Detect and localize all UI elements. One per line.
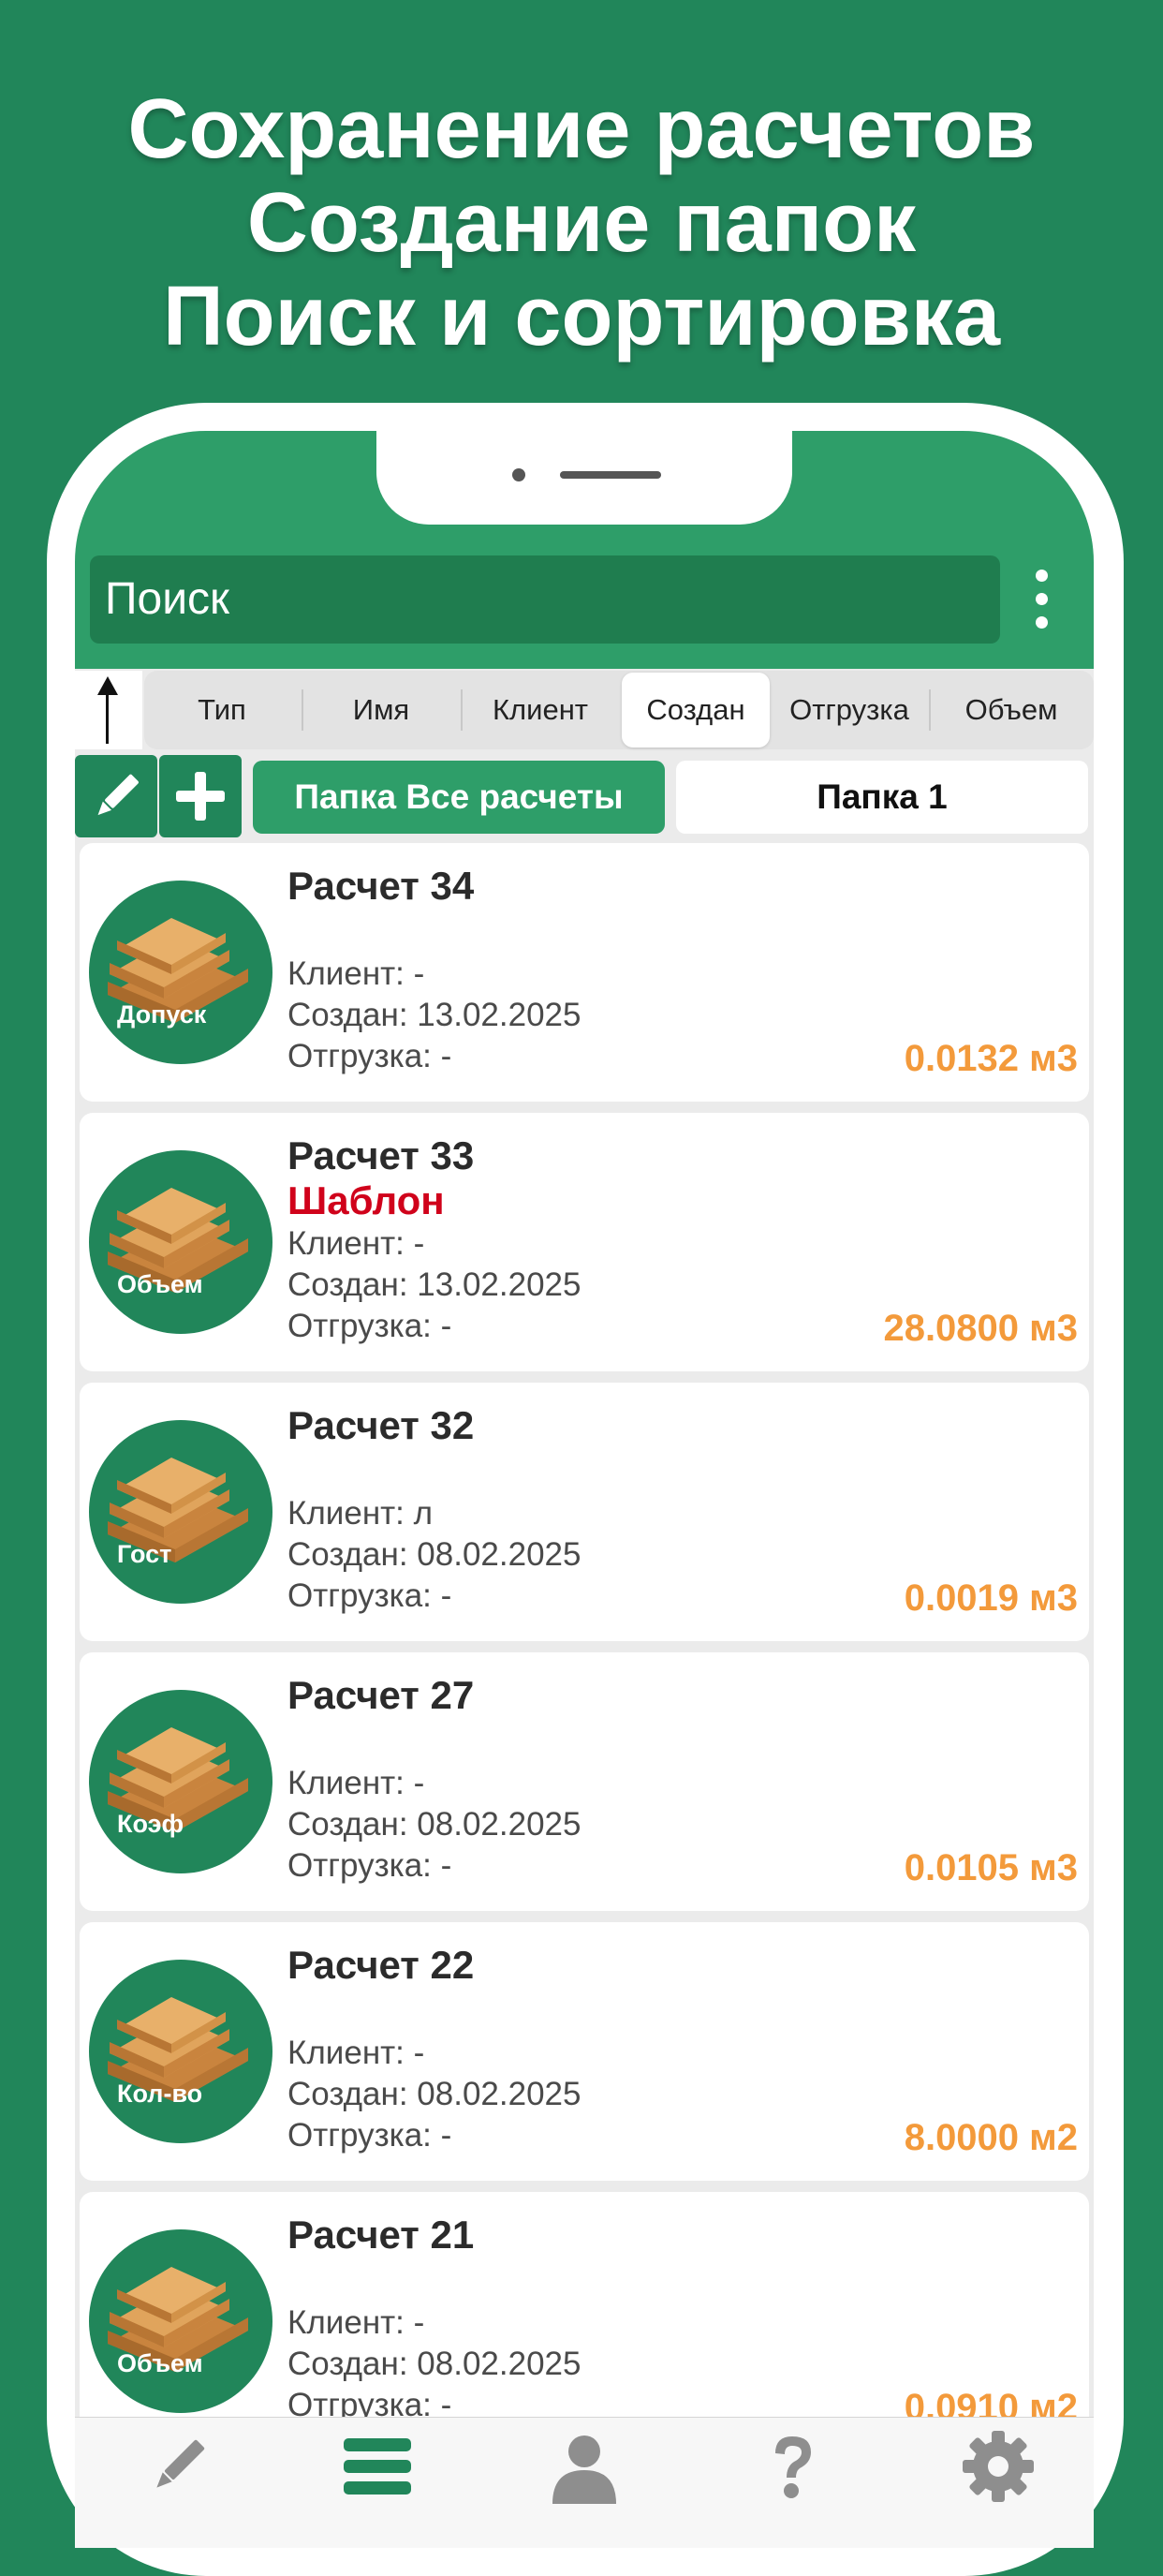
calc-mode-label: Гост [117,1540,172,1568]
folder-actions: Папка Все расчеты Папка 1 [75,751,1094,843]
item-created: Создан: 08.02.2025 [287,2346,582,2382]
calc-mode-label: Допуск [117,1000,207,1029]
headline-line-2: Создание папок [246,176,917,270]
bottom-tab-bar [75,2417,1094,2548]
folder-all-button[interactable]: Папка Все расчеты [253,761,665,834]
item-client: Клиент: - [287,2035,425,2071]
calc-mode-label: Коэф [117,1810,184,1838]
list-icon[interactable] [340,2429,415,2504]
more-menu-icon[interactable] [1036,570,1049,631]
tab-client[interactable]: Клиент [463,671,618,749]
lumber-icon: Объем [89,1150,272,1334]
item-template-label: Шаблон [287,1178,445,1222]
question-icon[interactable] [755,2429,830,2504]
calc-mode-label: Кол-во [117,2080,203,2108]
gear-icon[interactable] [961,2429,1036,2504]
list-item[interactable]: Объем Расчет 21 Клиент: - Создан: 08.02.… [80,2192,1089,2450]
search-input[interactable]: Поиск [90,555,1000,644]
item-client: Клиент: л [287,1495,434,1532]
calc-mode-label: Объем [117,1270,203,1298]
headline-line-1: Сохранение расчетов [127,82,1036,176]
item-volume: 0.0019 м3 [904,1577,1078,1619]
item-title: Расчет 21 [287,2213,475,2257]
tab-shipment[interactable]: Отгрузка [772,671,927,749]
list-item[interactable]: Гост Расчет 32 Клиент: л Создан: 08.02.2… [80,1383,1089,1641]
sort-direction-arrow-icon[interactable] [75,671,142,749]
folder-current-button[interactable]: Папка 1 [676,761,1088,834]
tab-volume[interactable]: Объем [931,671,1092,749]
lumber-icon: Кол-во [89,1960,272,2143]
item-shipment: Отгрузка: - [287,1038,452,1074]
item-shipment: Отгрузка: - [287,1847,452,1884]
tab-created[interactable]: Создан [622,673,770,748]
item-volume: 8.0000 м2 [904,2117,1078,2158]
item-client: Клиент: - [287,955,425,992]
app-screen: Поиск Тип Имя Клиент Создан Отгрузка Объ… [75,431,1094,2548]
item-created: Создан: 08.02.2025 [287,1806,582,1843]
item-created: Создан: 08.02.2025 [287,1536,582,1573]
list-item[interactable]: Коэф Расчет 27 Клиент: - Создан: 08.02.2… [80,1652,1089,1911]
item-client: Клиент: - [287,1765,425,1801]
pencil-icon[interactable] [140,2429,215,2504]
item-title: Расчет 34 [287,864,475,908]
list-item[interactable]: Допуск Расчет 34 Клиент: - Создан: 13.02… [80,843,1089,1102]
tab-type[interactable]: Тип [144,671,300,749]
phone-notch [376,431,792,525]
item-volume: 0.0105 м3 [904,1847,1078,1888]
list-item[interactable]: Объем Расчет 33 Шаблон Клиент: - Создан:… [80,1113,1089,1371]
item-created: Создан: 13.02.2025 [287,997,582,1033]
lumber-icon: Допуск [89,881,272,1064]
item-title: Расчет 22 [287,1943,475,1987]
lumber-icon: Коэф [89,1690,272,1873]
top-bar: Поиск [75,431,1094,669]
calc-mode-label: Объем [117,2349,203,2377]
lumber-icon: Гост [89,1420,272,1604]
plus-icon [176,772,225,821]
item-created: Создан: 08.02.2025 [287,2076,582,2112]
edit-button[interactable] [75,755,157,837]
item-title: Расчет 27 [287,1673,475,1717]
item-title: Расчет 32 [287,1403,475,1447]
item-shipment: Отгрузка: - [287,1577,452,1614]
item-client: Клиент: - [287,1225,425,1262]
item-title: Расчет 33 [287,1133,475,1177]
item-shipment: Отгрузка: - [287,1308,452,1344]
item-client: Клиент: - [287,2304,425,2341]
person-icon[interactable] [547,2429,622,2504]
headline-line-3: Поиск и сортировка [162,270,1001,363]
item-volume: 28.0800 м3 [883,1308,1078,1349]
pencil-icon [97,774,139,816]
tab-name[interactable]: Имя [303,671,459,749]
item-volume: 0.0132 м3 [904,1038,1078,1079]
lumber-icon: Объем [89,2229,272,2413]
add-folder-button[interactable] [159,755,242,837]
sort-segmented-control: Тип Имя Клиент Создан Отгрузка Объем [144,671,1094,749]
item-created: Создан: 13.02.2025 [287,1266,582,1303]
list-item[interactable]: Кол-во Расчет 22 Клиент: - Создан: 08.02… [80,1922,1089,2181]
item-shipment: Отгрузка: - [287,2117,452,2154]
headline: Сохранение расчетов Создание папок Поиск… [0,82,1163,363]
